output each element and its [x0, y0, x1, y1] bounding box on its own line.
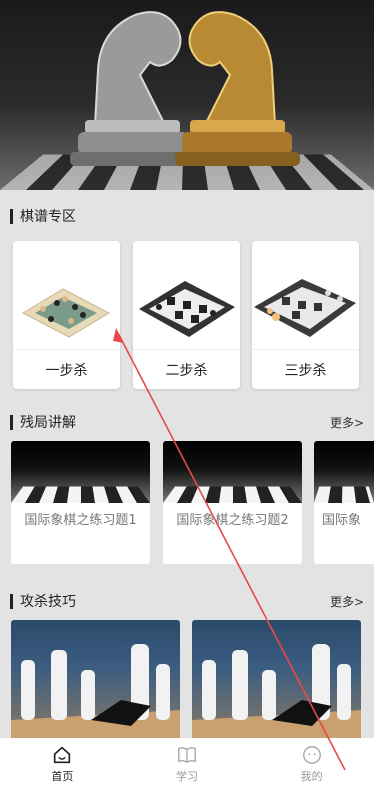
section-header-technique: 攻杀技巧 更多> [10, 591, 364, 611]
puzzle-label: 三步杀 [252, 349, 359, 389]
bottom-tab-bar: 首页 学习 我的 [0, 738, 374, 790]
puzzle-label: 二步杀 [133, 349, 240, 389]
chessboard-thumbnail [252, 241, 359, 348]
endgame-card-1[interactable]: 国际象棋之练习题1 [11, 441, 150, 564]
technique-card-1[interactable] [11, 620, 180, 740]
tab-home[interactable]: 首页 [0, 738, 125, 790]
endgame-title: 国际象 [314, 503, 374, 529]
endgame-thumbnail [163, 441, 302, 503]
endgame-thumbnail [11, 441, 150, 503]
home-icon [51, 744, 73, 766]
section-title: 攻杀技巧 [20, 591, 76, 611]
puzzle-card-1[interactable]: 一步杀 [13, 241, 120, 389]
chessboard-thumbnail [133, 241, 240, 348]
section-marker [10, 209, 13, 224]
more-link-technique[interactable]: 更多> [330, 593, 364, 610]
puzzle-card-2[interactable]: 二步杀 [133, 241, 240, 389]
chess-pieces-photo [11, 620, 180, 740]
endgame-title: 国际象棋之练习题2 [163, 503, 302, 529]
section-header-endgame: 残局讲解 更多> [10, 412, 364, 432]
technique-card-2[interactable] [192, 620, 361, 740]
profile-icon [301, 744, 323, 766]
section-marker [10, 415, 13, 430]
tab-label: 我的 [301, 768, 323, 784]
tab-label: 学习 [176, 768, 198, 784]
endgame-card-2[interactable]: 国际象棋之练习题2 [163, 441, 302, 564]
hero-banner [0, 0, 374, 190]
section-title: 棋谱专区 [20, 206, 76, 226]
puzzle-label: 一步杀 [13, 349, 120, 389]
tab-label: 首页 [51, 768, 73, 784]
section-marker [10, 594, 13, 609]
section-title: 残局讲解 [20, 412, 76, 432]
puzzle-card-3[interactable]: 三步杀 [252, 241, 359, 389]
chess-pieces-photo [192, 620, 361, 740]
book-icon [176, 744, 198, 766]
chessboard-thumbnail [13, 241, 120, 348]
tab-profile[interactable]: 我的 [249, 738, 374, 790]
knight-pieces-illustration [0, 0, 374, 190]
endgame-title: 国际象棋之练习题1 [11, 503, 150, 529]
section-header-puzzles: 棋谱专区 [10, 206, 364, 226]
more-link-endgame[interactable]: 更多> [330, 414, 364, 431]
tab-study[interactable]: 学习 [125, 738, 250, 790]
endgame-thumbnail [314, 441, 374, 503]
endgame-card-3[interactable]: 国际象 [314, 441, 374, 564]
